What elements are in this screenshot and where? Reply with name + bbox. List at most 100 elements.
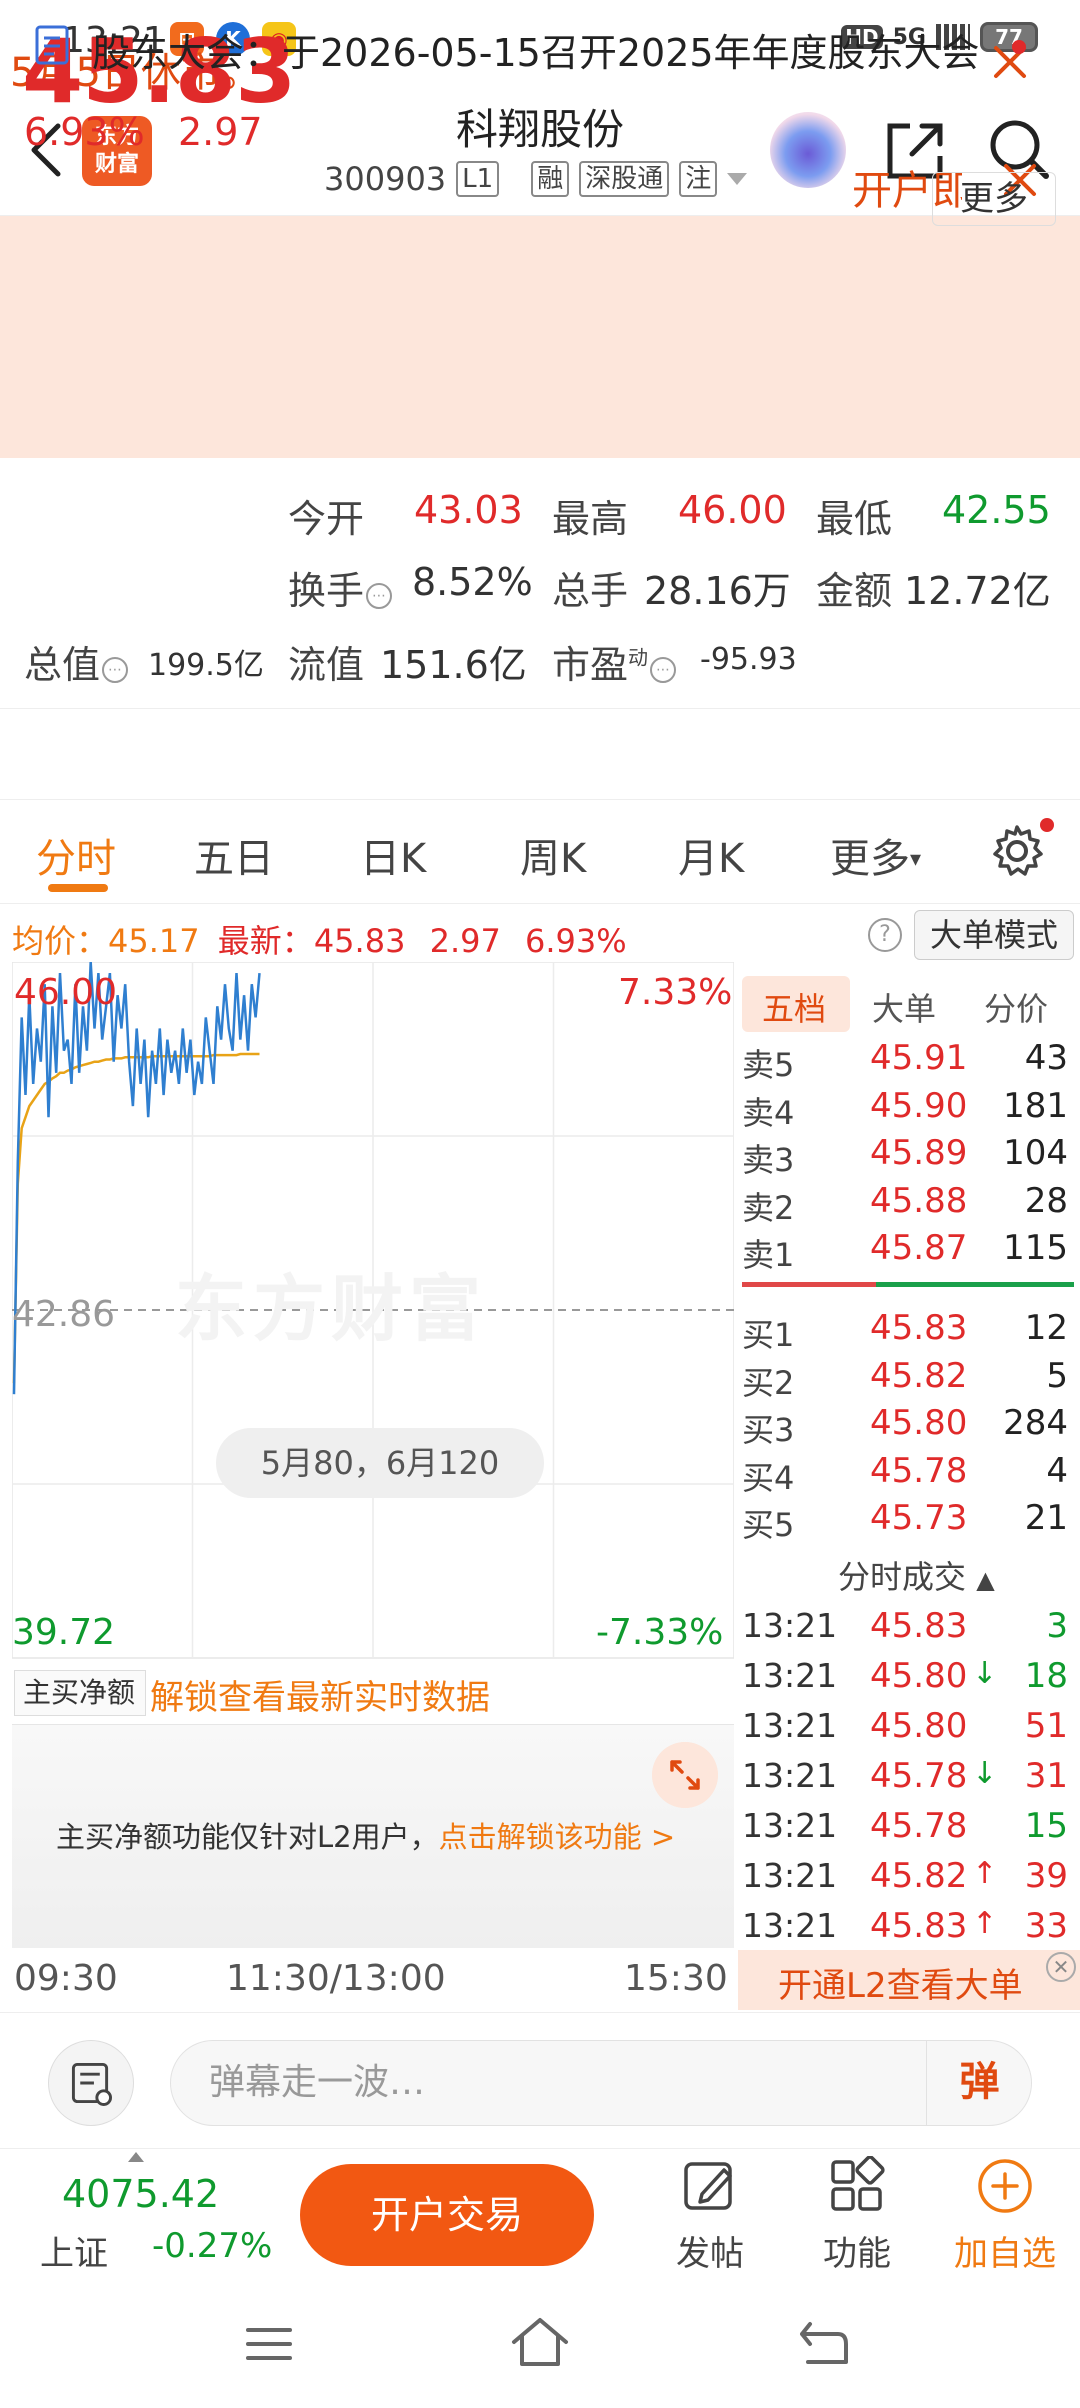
close-icon[interactable]: ✕ [1046,1952,1076,1982]
sell-row[interactable]: 卖1 45.87 115 [738,1226,1080,1274]
news-ticker[interactable] [0,708,1080,800]
open-account-trade-button[interactable]: 开户交易 [300,2164,594,2266]
trade-time: 13:21 [742,1856,838,1895]
sell-row[interactable]: 卖3 45.89 104 [738,1131,1080,1179]
danmaku-input[interactable]: 弹幕走一波… [170,2040,1032,2126]
menu-icon[interactable] [244,2322,294,2366]
post-button[interactable]: 发帖 [655,2156,765,2275]
danmaku-send-button[interactable]: 弹 [926,2040,1032,2126]
level-tag: L1 [456,161,500,197]
time-end: 15:30 [624,1958,728,1999]
note-tag: 注 [679,161,718,197]
trade-volume: 31 [1024,1756,1068,1796]
home-icon[interactable] [508,2314,572,2370]
assistant-avatar[interactable] [770,112,846,188]
buy-level-price: 45.73 [870,1498,968,1538]
big-order-mode-button[interactable]: 大单模式 [914,910,1074,960]
volume-label: 总手 [552,569,629,613]
buy-level-label: 买2 [742,1363,795,1402]
tab-five-levels[interactable]: 五档 [762,984,826,1030]
y-mid-label: 42.86 [12,1294,116,1335]
buy-level-price: 45.80 [870,1403,968,1443]
stock-code-row[interactable]: 300903 L1 融 深股通 注 [324,160,748,198]
change-percent: 6.93% [24,110,145,154]
unlock-realtime-link[interactable]: 解锁查看最新实时数据 [150,1670,490,1719]
net-buy-select[interactable]: 主买净额 ▾ [14,1670,146,1751]
high-value: 46.00 [678,488,787,532]
sell-row[interactable]: 卖4 45.90 181 [738,1084,1080,1132]
open-label: 今开 [288,497,365,541]
pe-label[interactable]: 市盈动⋯ [552,634,677,689]
buy-row[interactable]: 买4 45.78 4 [738,1449,1080,1497]
help-icon[interactable]: ? [868,918,902,952]
buy-row[interactable]: 买3 45.80 284 [738,1401,1080,1449]
trade-time: 13:21 [742,1806,838,1845]
tab-weekly-k[interactable]: 周K [520,826,586,884]
tab-five-day[interactable]: 五日 [194,826,274,884]
sell-level-price: 45.90 [870,1085,968,1126]
sell-level-volume: 104 [1003,1133,1068,1173]
volume-value: 28.16万 [644,569,791,613]
unread-dot [1012,40,1026,54]
tab-big-orders[interactable]: 大单 [872,984,936,1030]
buy-row[interactable]: 买5 45.73 21 [738,1496,1080,1544]
buy-level-volume: 12 [1024,1308,1068,1348]
tab-daily-k[interactable]: 日K [360,826,426,884]
latest-price: 45.83 [313,922,406,960]
sell-level-price: 45.88 [870,1180,968,1221]
turnover-label[interactable]: 换手 ⋯ [288,560,393,615]
buy-pressure-bar [876,1282,1074,1287]
unlock-feature-link[interactable]: 点击解锁该功能 > [439,1820,676,1854]
expand-icon[interactable] [652,1742,718,1808]
buy-row[interactable]: 买2 45.82 5 [738,1354,1080,1402]
market-cap-value: 199.5亿 [148,648,264,683]
more-button[interactable]: 更多 [932,172,1056,226]
latest-change-pct: 6.93% [525,922,627,960]
info-icon: ⋯ [102,657,129,683]
system-nav-bar [0,2282,1080,2408]
tab-price-distribution[interactable]: 分价 [984,984,1048,1030]
sell-row[interactable]: 卖2 45.88 28 [738,1179,1080,1227]
index-value[interactable]: 4075.42 [62,2172,219,2216]
time-start: 09:30 [14,1958,118,1999]
turnover-value: 8.52% [412,560,533,604]
trade-time: 13:21 [742,1706,838,1745]
trade-time: 13:21 [742,1656,838,1695]
trade-price: 45.78 [870,1756,968,1796]
active-tab-indicator [48,884,108,892]
y-top-label: 46.00 [14,972,118,1013]
tab-intraday[interactable]: 分时 [36,826,116,884]
trades-title[interactable]: 分时成交 ▲ [838,1552,995,1598]
pct-bottom-label: -7.33% [596,1612,724,1653]
function-button[interactable]: 功能 [802,2155,912,2275]
trade-price: 45.83 [870,1906,968,1946]
pct-top-label: 7.33% [618,972,733,1013]
buy-level-volume: 5 [1046,1355,1068,1396]
dropdown-caret-icon[interactable] [727,173,748,185]
sell-level-label: 卖3 [742,1141,795,1179]
date-hint-pill[interactable]: 5月80，6月120 [216,1428,544,1498]
tab-monthly-k[interactable]: 月K [678,826,744,884]
trade-row: 13:21 45.83 3 [738,1604,1080,1652]
sell-level-label: 卖5 [742,1046,795,1084]
amount-value: 12.72亿 [904,569,1051,613]
high-label: 最高 [552,497,629,541]
low-label: 最低 [816,497,893,541]
y-bottom-label: 39.72 [12,1612,116,1653]
sell-row[interactable]: 卖5 45.91 43 [738,1036,1080,1084]
sell-level-label: 卖4 [742,1093,795,1132]
expand-index-icon[interactable] [128,2152,144,2162]
tab-more[interactable]: 更多▾ [830,826,921,884]
buy-level-label: 买3 [742,1411,795,1449]
buy-level-price: 45.78 [870,1450,968,1491]
danmaku-settings-icon[interactable] [48,2040,134,2126]
buy-row[interactable]: 买1 45.83 12 [738,1306,1080,1354]
open-l2-text[interactable]: 开通L2查看大单 [778,1958,1023,2007]
gear-icon[interactable] [990,824,1044,878]
back-nav-icon[interactable] [796,2318,852,2368]
sell-pressure-bar [742,1282,876,1287]
add-watchlist-button[interactable]: 加自选 [950,2156,1060,2275]
trade-time: 13:21 [742,1906,838,1945]
info-icon: ⋯ [366,583,393,609]
market-cap-label[interactable]: 总值 ⋯ [24,634,129,689]
